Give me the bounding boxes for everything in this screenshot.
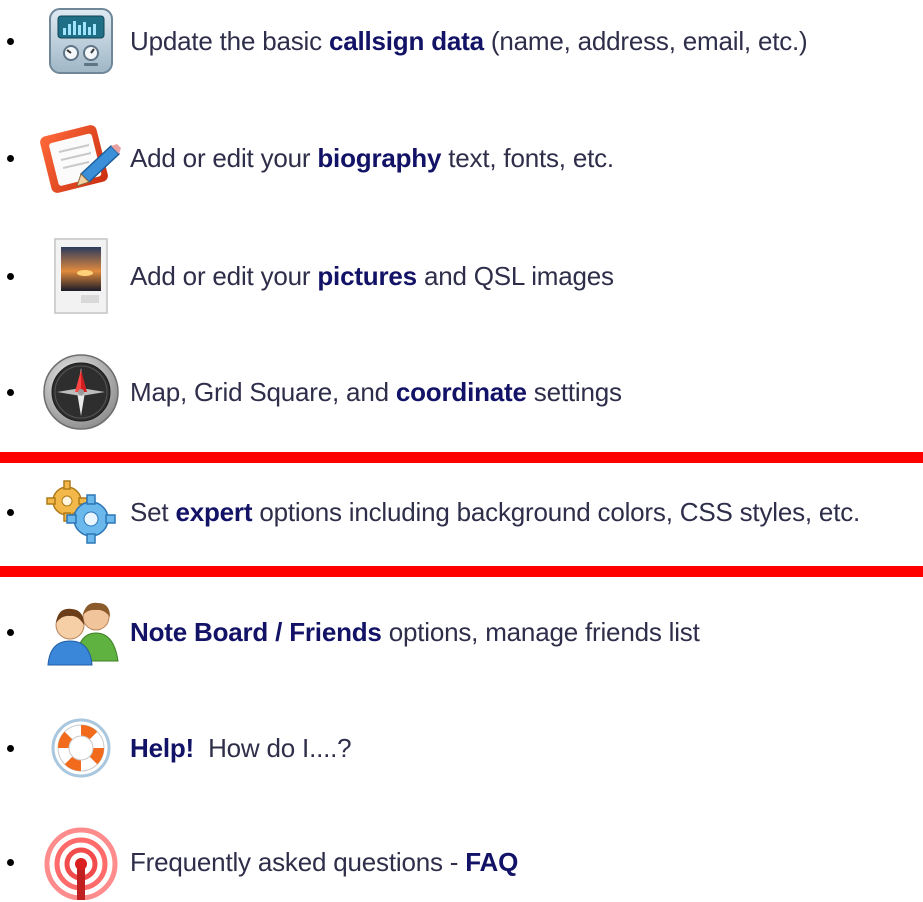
label-text: Update the basic	[130, 25, 329, 56]
list-item-friends: Note Board / Friends options, manage fri…	[0, 592, 923, 672]
list-item-callsign: Update the basic callsign data (name, ad…	[0, 1, 923, 81]
item-label: Update the basic callsign data (name, ad…	[130, 26, 808, 57]
label-text: text, fonts, etc.	[441, 142, 614, 173]
list-item-help: Help! How do I....?	[0, 708, 923, 788]
list-item-expert: Set expert options including background …	[0, 472, 923, 552]
item-label: Add or edit your biography text, fonts, …	[130, 143, 614, 174]
bullet	[7, 508, 14, 516]
list-item-coordinate: Map, Grid Square, and coordinate setting…	[0, 352, 923, 432]
lifebuoy-icon[interactable]	[38, 708, 124, 788]
edit-pencil-icon[interactable]	[38, 118, 124, 198]
bullet	[7, 272, 14, 280]
broadcast-antenna-icon[interactable]	[38, 822, 124, 902]
label-text: Add or edit your	[130, 142, 318, 173]
item-label: Set expert options including background …	[130, 497, 860, 528]
label-text: options, manage friends list	[381, 616, 700, 647]
label-text: Set	[130, 496, 176, 527]
bullet	[7, 388, 14, 396]
label-text: settings	[526, 376, 622, 407]
highlight-line-top	[0, 452, 923, 463]
callsign-data-link[interactable]: callsign data	[329, 26, 484, 56]
list-item-pictures: Add or edit your pictures and QSL images	[0, 236, 923, 316]
label-text: and QSL images	[416, 260, 614, 291]
item-label: Help! How do I....?	[130, 732, 352, 764]
faq-link[interactable]: FAQ	[465, 847, 518, 877]
bullet	[7, 154, 14, 162]
label-text: (name, address, email, etc.)	[483, 25, 808, 56]
expert-link[interactable]: expert	[175, 497, 252, 527]
label-text: Frequently asked questions -	[130, 846, 466, 877]
item-label: Frequently asked questions - FAQ	[130, 847, 518, 878]
item-label: Note Board / Friends options, manage fri…	[130, 617, 700, 648]
coordinate-link[interactable]: coordinate	[396, 377, 527, 407]
jpeg-picture-icon[interactable]	[38, 236, 124, 316]
help-link[interactable]: Help!	[130, 733, 194, 763]
label-text: How do I....?	[194, 732, 352, 763]
label-text: Map, Grid Square, and	[130, 376, 396, 407]
compass-icon[interactable]	[38, 352, 124, 432]
friends-icon[interactable]	[38, 592, 124, 672]
item-label: Add or edit your pictures and QSL images	[130, 261, 614, 292]
label-text: options including background colors, CSS…	[252, 496, 861, 527]
bullet	[7, 744, 14, 752]
note-board-friends-link[interactable]: Note Board / Friends	[130, 617, 382, 647]
highlight-line-bottom	[0, 566, 923, 577]
gears-icon[interactable]	[38, 472, 124, 552]
label-text: Add or edit your	[130, 260, 318, 291]
pictures-link[interactable]: pictures	[317, 261, 417, 291]
control-panel-icon[interactable]	[38, 1, 124, 81]
list-item-faq: Frequently asked questions - FAQ	[0, 822, 923, 902]
bullet	[7, 858, 14, 866]
bullet	[7, 628, 14, 636]
biography-link[interactable]: biography	[317, 143, 441, 173]
bullet	[7, 37, 14, 45]
item-label: Map, Grid Square, and coordinate setting…	[130, 377, 622, 408]
list-item-biography: Add or edit your biography text, fonts, …	[0, 118, 923, 198]
